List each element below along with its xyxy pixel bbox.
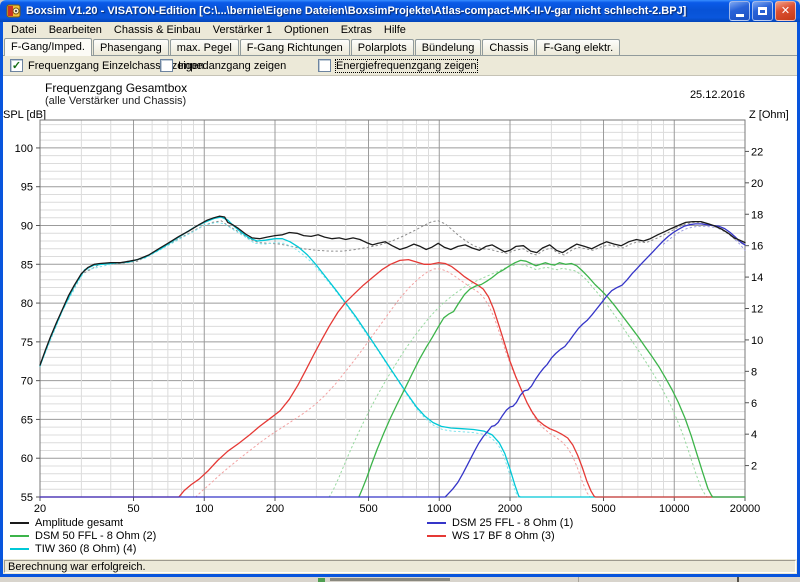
menu-bar: DateiBearbeitenChassis & EinbauVerstärke… (3, 22, 797, 37)
unchecked-checkbox-icon[interactable] (318, 59, 331, 72)
status-message: Berechnung war erfolgreich. (4, 560, 796, 573)
legend-item-dsm-50-ffl-8-ohm-2: DSM 50 FFL - 8 Ohm (2) (10, 530, 156, 542)
minimize-icon (736, 14, 744, 17)
menu-item-optionen[interactable]: Optionen (278, 24, 335, 36)
y-axis-left-label: SPL [dB] (3, 109, 46, 121)
checkbox-row: ✓Frequenzgang Einzelchassis zeigenImpeda… (3, 56, 797, 76)
legend-item-ws-17-bf-8-ohm-3: WS 17 BF 8 Ohm (3) (427, 530, 555, 542)
window-title: Boxsim V1.20 - VISATON-Edition [C:\...\b… (26, 5, 727, 17)
unchecked-checkbox-icon[interactable] (160, 59, 173, 72)
tab-f-gang-richtungen[interactable]: F-Gang Richtungen (240, 39, 350, 55)
legend-line-icon (427, 535, 446, 537)
background-taskbar-text (330, 578, 450, 581)
tab-f-gang-elektr[interactable]: F-Gang elektr. (536, 39, 620, 55)
menu-item-hilfe[interactable]: Hilfe (378, 24, 412, 36)
checkbox-label: Impedanzgang zeigen (178, 60, 286, 72)
legend-item-tiw-360-8-ohm-4: TIW 360 (8 Ohm) (4) (10, 543, 136, 555)
boxsim-window: Boxsim V1.20 - VISATON-Edition [C:\...\b… (0, 0, 800, 582)
menu-item-extras[interactable]: Extras (335, 24, 378, 36)
minimize-button[interactable] (729, 1, 750, 21)
legend-label: DSM 50 FFL - 8 Ohm (2) (35, 530, 156, 542)
checkbox-impedanzgang-zeigen[interactable]: Impedanzgang zeigen (160, 59, 286, 72)
menu-item-verstärker-1[interactable]: Verstärker 1 (207, 24, 278, 36)
legend-label: TIW 360 (8 Ohm) (4) (35, 543, 136, 555)
legend-label: Amplitude gesamt (35, 517, 123, 529)
legend-label: WS 17 BF 8 Ohm (3) (452, 530, 555, 542)
chart-subtitle: (alle Verstärker und Chassis) (45, 95, 186, 107)
close-icon: ✕ (781, 6, 790, 17)
background-window-sliver (0, 577, 800, 582)
legend-line-icon (427, 522, 446, 524)
close-button[interactable]: ✕ (775, 1, 796, 21)
tab-phasengang[interactable]: Phasengang (93, 39, 169, 55)
chart-title: Frequenzgang Gesamtbox (45, 81, 187, 95)
menu-item-chassis-einbau[interactable]: Chassis & Einbau (108, 24, 207, 36)
legend-line-icon (10, 535, 29, 537)
background-taskbar-icon (318, 578, 325, 582)
maximize-button[interactable] (752, 1, 773, 21)
chart-date: 25.12.2016 (640, 89, 745, 101)
background-divider-2 (737, 577, 739, 582)
status-bar: Berechnung war erfolgreich. (3, 558, 797, 574)
tab-max-pegel[interactable]: max. Pegel (170, 39, 239, 55)
checkbox-energiefrequenzgang-zeigen[interactable]: Energiefrequenzgang zeigen (318, 59, 477, 72)
checkbox-label: Energiefrequenzgang zeigen (336, 60, 477, 72)
tab-chassis[interactable]: Chassis (482, 39, 535, 55)
legend-line-icon (10, 548, 29, 550)
tab-polarplots[interactable]: Polarplots (351, 39, 414, 55)
y-axis-right-label: Z [Ohm] (749, 109, 789, 121)
menu-item-bearbeiten[interactable]: Bearbeiten (43, 24, 108, 36)
app-icon (6, 3, 22, 19)
legend-item-dsm-25-ffl-8-ohm-1: DSM 25 FFL - 8 Ohm (1) (427, 517, 573, 529)
legend-item-amplitude-gesamt: Amplitude gesamt (10, 517, 123, 529)
menu-item-datei[interactable]: Datei (5, 24, 43, 36)
tab-strip: F-Gang/Imped.Phasengangmax. PegelF-Gang … (3, 37, 797, 56)
title-bar[interactable]: Boxsim V1.20 - VISATON-Edition [C:\...\b… (0, 0, 800, 22)
legend-label: DSM 25 FFL - 8 Ohm (1) (452, 517, 573, 529)
maximize-icon (758, 7, 767, 15)
tab-f-gang-imped[interactable]: F-Gang/Imped. (4, 38, 92, 56)
legend-line-icon (10, 522, 29, 524)
background-divider (578, 577, 579, 582)
checked-checkbox-icon[interactable]: ✓ (10, 59, 23, 72)
tab-bündelung[interactable]: Bündelung (415, 39, 482, 55)
chart-panel (3, 75, 797, 558)
